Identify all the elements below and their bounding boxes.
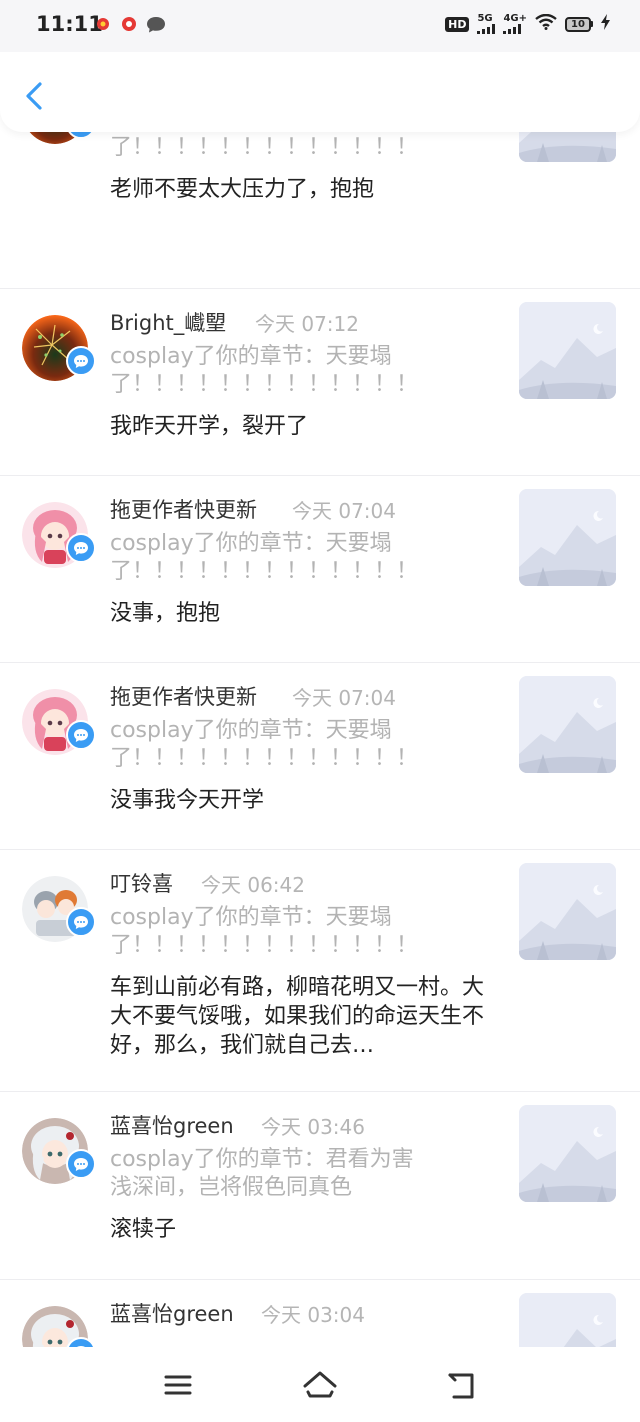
reply-text: 没事我今天开学 (110, 788, 265, 813)
battery-icon: 10 (565, 16, 593, 32)
image-placeholder-icon (519, 676, 616, 773)
chapter-thumbnail[interactable] (519, 1105, 616, 1202)
user-avatar[interactable] (22, 1118, 96, 1184)
chapter-thumbnail[interactable] (519, 863, 616, 960)
user-avatar[interactable] (22, 876, 96, 942)
notification-item[interactable]: 叮铃喜 今天 06:42 cosplay了你的章节：天要塌了！！！！！！！！！！！！… (0, 850, 640, 1092)
user-avatar[interactable] (22, 315, 96, 381)
user-avatar[interactable] (22, 1306, 96, 1347)
timestamp: 今天 03:46 (261, 1115, 365, 1139)
image-placeholder-icon (519, 863, 616, 960)
wifi-icon (535, 13, 557, 34)
notification-item[interactable]: 蓝喜怡green 今天 03:04 (0, 1280, 640, 1347)
menu-icon (164, 1375, 192, 1395)
quoted-chapter[interactable]: cosplay了你的章节：天要塌了！！！！！！！！！！！！！ (110, 904, 430, 960)
timestamp: 今天 07:04 (292, 686, 396, 710)
comment-bubble-icon (66, 346, 96, 376)
user-avatar[interactable] (22, 502, 96, 568)
status-time: 11:11 (36, 12, 103, 36)
return-icon (448, 1373, 474, 1399)
network-5g: 5G (477, 14, 496, 34)
charging-icon (601, 14, 610, 34)
image-placeholder-icon (519, 489, 616, 586)
signal-bars-icon (477, 24, 496, 34)
quoted-chapter[interactable]: cosplay了你的章节：天要塌了！！！！！！！！！！！！！ (110, 530, 430, 586)
notification-item[interactable]: 拖更作者快更新 今天 07:04 cosplay了你的章节：天要塌了！！！！！！！！… (0, 476, 640, 663)
chapter-thumbnail[interactable] (519, 1293, 616, 1347)
reply-text: 滚犊子 (110, 1217, 177, 1242)
chapter-thumbnail[interactable] (519, 489, 616, 586)
user-avatar[interactable] (22, 689, 96, 755)
signal-bars-icon (503, 24, 522, 34)
reply-text: 老师不要太大压力了，抱抱 (110, 177, 375, 202)
user-name[interactable]: 蓝喜怡green (110, 1298, 234, 1328)
app-notification-icon (96, 16, 110, 35)
quoted-chapter[interactable]: cosplay了你的章节：天要塌了！！！！！！！！！！！！！ (110, 717, 430, 773)
home-button[interactable] (300, 1365, 340, 1405)
user-name[interactable]: 蓝喜怡green (110, 1110, 234, 1140)
quoted-chapter[interactable]: cosplay了你的章节：天要塌了！！！！！！！！！！！！！ (110, 343, 430, 399)
timestamp: 今天 03:04 (261, 1303, 365, 1327)
system-nav-bar (0, 1347, 640, 1422)
message-notification-icon (146, 16, 166, 38)
top-header (0, 52, 640, 132)
reply-text: 没事，抱抱 (110, 601, 221, 626)
notification-item[interactable]: Bright_巇朢 今天 07:12 cosplay了你的章节：天要塌了！！！！！！… (0, 289, 640, 476)
user-name[interactable]: 叮铃喜 (110, 868, 173, 898)
chapter-thumbnail[interactable] (519, 676, 616, 773)
image-placeholder-icon (519, 302, 616, 399)
network-4g: 4G+ (503, 14, 527, 34)
comment-bubble-icon (66, 1149, 96, 1179)
image-placeholder-icon (519, 1293, 616, 1347)
reply-text: 我昨天开学，裂开了 (110, 414, 309, 439)
reply-text: 车到山前必有路，柳暗花明又一村。大大不要气馁哦，如果我们的命运天生不好，那么，我… (110, 975, 485, 1058)
hd-badge: HD (445, 16, 470, 32)
timestamp: 今天 06:42 (201, 873, 305, 897)
app-notification-icon (120, 16, 138, 36)
timestamp: 今天 07:12 (255, 312, 359, 336)
chapter-thumbnail[interactable] (519, 302, 616, 399)
user-name[interactable]: Bright_巇朢 (110, 307, 226, 337)
notification-item[interactable]: 拖更作者快更新 今天 07:04 cosplay了你的章节：天要塌了！！！！！！！！… (0, 663, 640, 850)
image-placeholder-icon (519, 1105, 616, 1202)
comment-bubble-icon (66, 533, 96, 563)
menu-button[interactable] (158, 1365, 198, 1405)
status-indicators: HD 5G 4G+ 10 (445, 14, 610, 34)
status-bar: 11:11 HD 5G 4G+ 10 (0, 0, 640, 52)
chevron-left-icon (26, 82, 42, 110)
comment-bubble-icon (66, 907, 96, 937)
quoted-chapter[interactable]: cosplay了你的章节：君看为害浅深间，岂将假色同真色 (110, 1146, 430, 1202)
timestamp: 今天 07:04 (292, 499, 396, 523)
home-icon (303, 1371, 337, 1398)
notification-item[interactable]: 蓝喜怡green 今天 03:46 cosplay了你的章节：君看为害浅深间，岂将假… (0, 1092, 640, 1280)
return-button[interactable] (442, 1365, 482, 1405)
user-name[interactable]: 拖更作者快更新 (110, 681, 257, 711)
notification-list[interactable]: Bright_巇朢 今天 07:12 cosplay了你的章节：天要塌了！！！！！！… (0, 52, 640, 1347)
back-button[interactable] (20, 76, 50, 116)
user-name[interactable]: 拖更作者快更新 (110, 494, 257, 524)
comment-bubble-icon (66, 720, 96, 750)
